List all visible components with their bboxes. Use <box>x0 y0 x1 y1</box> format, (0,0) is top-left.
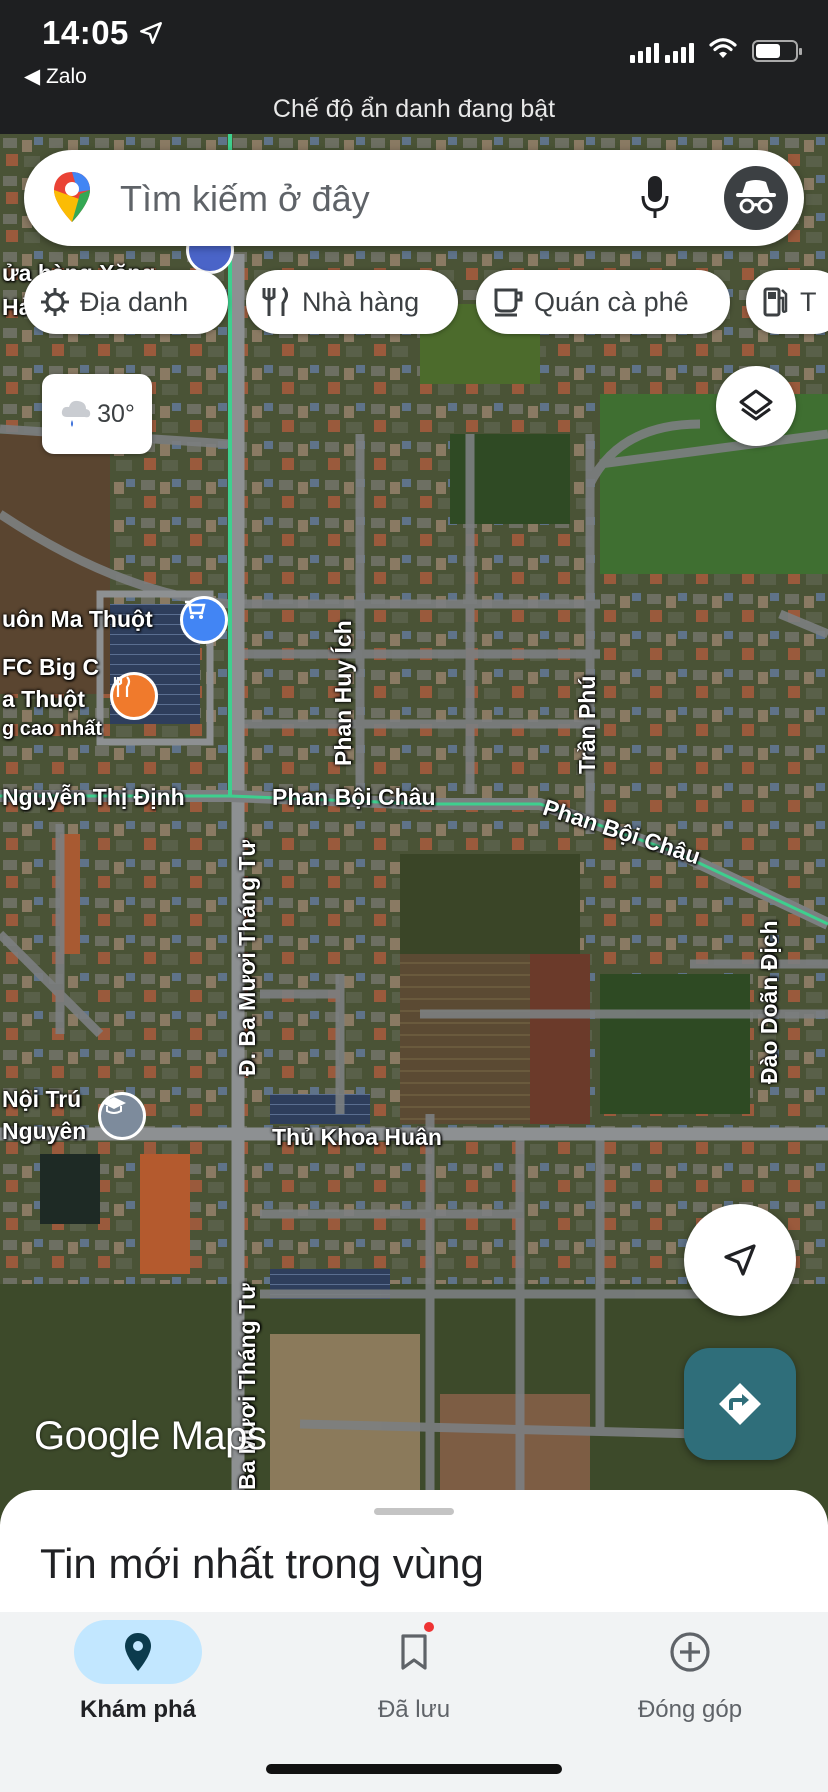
chip-label: Nhà hàng <box>302 286 420 317</box>
map-view[interactable]: Nguyễn Thị Định Phan Bội Châu Phan Bội C… <box>0 134 828 1534</box>
nav-contribute[interactable]: Đóng góp <box>590 1612 790 1724</box>
location-arrow-icon <box>138 20 164 53</box>
incognito-banner: Chế độ ẩn danh đang bật <box>272 95 556 123</box>
layers-icon <box>739 389 773 421</box>
shopping-cart-marker-icon[interactable] <box>180 596 228 644</box>
bottom-sheet[interactable]: Tin mới nhất trong vùng <box>0 1490 828 1620</box>
home-indicator[interactable] <box>266 1764 562 1774</box>
status-time: 14:05 <box>42 14 129 51</box>
bookmark-icon <box>401 1634 427 1670</box>
map-label: Nguyên <box>2 1118 87 1144</box>
directions-icon <box>719 1383 761 1425</box>
landmark-icon <box>41 288 69 316</box>
coffee-icon <box>494 288 523 317</box>
status-bar: 14:05 ◀ Zalo Chế độ ẩn danh đang bật <box>0 0 828 134</box>
nav-icon-container <box>626 1620 754 1684</box>
google-maps-pin-icon <box>52 170 92 229</box>
google-maps-logo: Google Maps <box>34 1414 267 1458</box>
explore-pin-icon <box>125 1633 151 1671</box>
weather-widget[interactable]: 30° <box>42 374 152 454</box>
nav-label: Đã lưu <box>377 1696 451 1723</box>
school-marker-icon[interactable] <box>98 1092 146 1140</box>
nav-label: Đóng góp <box>637 1696 743 1723</box>
sheet-drag-handle[interactable] <box>374 1508 454 1515</box>
add-circle-icon <box>670 1632 710 1672</box>
nav-explore[interactable]: Khám phá <box>38 1612 238 1724</box>
weather-temp: 30° <box>97 399 135 428</box>
navigation-arrow-icon <box>724 1244 756 1276</box>
restaurant-marker-icon[interactable] <box>110 672 158 720</box>
chip-coffee[interactable]: Quán cà phê <box>476 270 730 334</box>
chip-landmark[interactable]: Địa danh <box>24 270 228 334</box>
map-label: uôn Ma Thuột <box>2 606 153 632</box>
chip-gas[interactable]: T <box>746 270 828 334</box>
map-label: Nguyễn Thị Định <box>2 784 185 810</box>
map-label: Phan Huy Ích <box>330 620 356 766</box>
sheet-title: Tin mới nhất trong vùng <box>40 1540 484 1587</box>
my-location-button[interactable] <box>684 1204 796 1316</box>
map-label: a Thuột <box>2 686 86 712</box>
directions-button[interactable] <box>684 1348 796 1460</box>
incognito-icon[interactable] <box>724 166 788 230</box>
mic-icon[interactable] <box>640 174 670 225</box>
search-bar[interactable]: Tìm kiếm ở đây <box>24 150 804 246</box>
map-label: Đ. Ba Mươi Tháng Tư <box>234 839 260 1076</box>
search-input[interactable]: Tìm kiếm ở đây <box>120 178 370 220</box>
nav-label: Khám phá <box>79 1696 196 1723</box>
battery-icon <box>752 39 802 62</box>
map-label: Nội Trú <box>2 1086 82 1112</box>
nav-icon-container <box>350 1620 478 1684</box>
gas-station-icon <box>763 287 788 317</box>
chip-label: Địa danh <box>80 286 189 317</box>
satellite-map <box>0 134 828 1534</box>
map-label: Thủ Khoa Huân <box>272 1124 442 1150</box>
nav-icon-container <box>74 1620 202 1684</box>
layers-button[interactable] <box>716 366 796 446</box>
chip-label: T <box>800 286 817 317</box>
cellular-signal-icon <box>630 39 694 63</box>
map-label: Phan Bội Châu <box>272 784 436 810</box>
chip-label: Quán cà phê <box>534 286 689 317</box>
status-icons <box>630 36 802 65</box>
rain-cloud-icon <box>61 400 91 427</box>
map-label: Trần Phú <box>574 675 600 774</box>
wifi-icon <box>708 36 738 65</box>
chip-restaurant[interactable]: Nhà hàng <box>246 270 458 334</box>
notification-dot <box>424 1622 434 1632</box>
nav-saved[interactable]: Đã lưu <box>314 1612 514 1724</box>
restaurant-icon <box>262 286 288 316</box>
back-to-app-link[interactable]: ◀ Zalo <box>24 64 87 89</box>
map-label: Đào Doãn Địch <box>756 920 782 1084</box>
map-label: FC Big C <box>2 654 100 680</box>
map-label: g cao nhất <box>2 718 103 740</box>
